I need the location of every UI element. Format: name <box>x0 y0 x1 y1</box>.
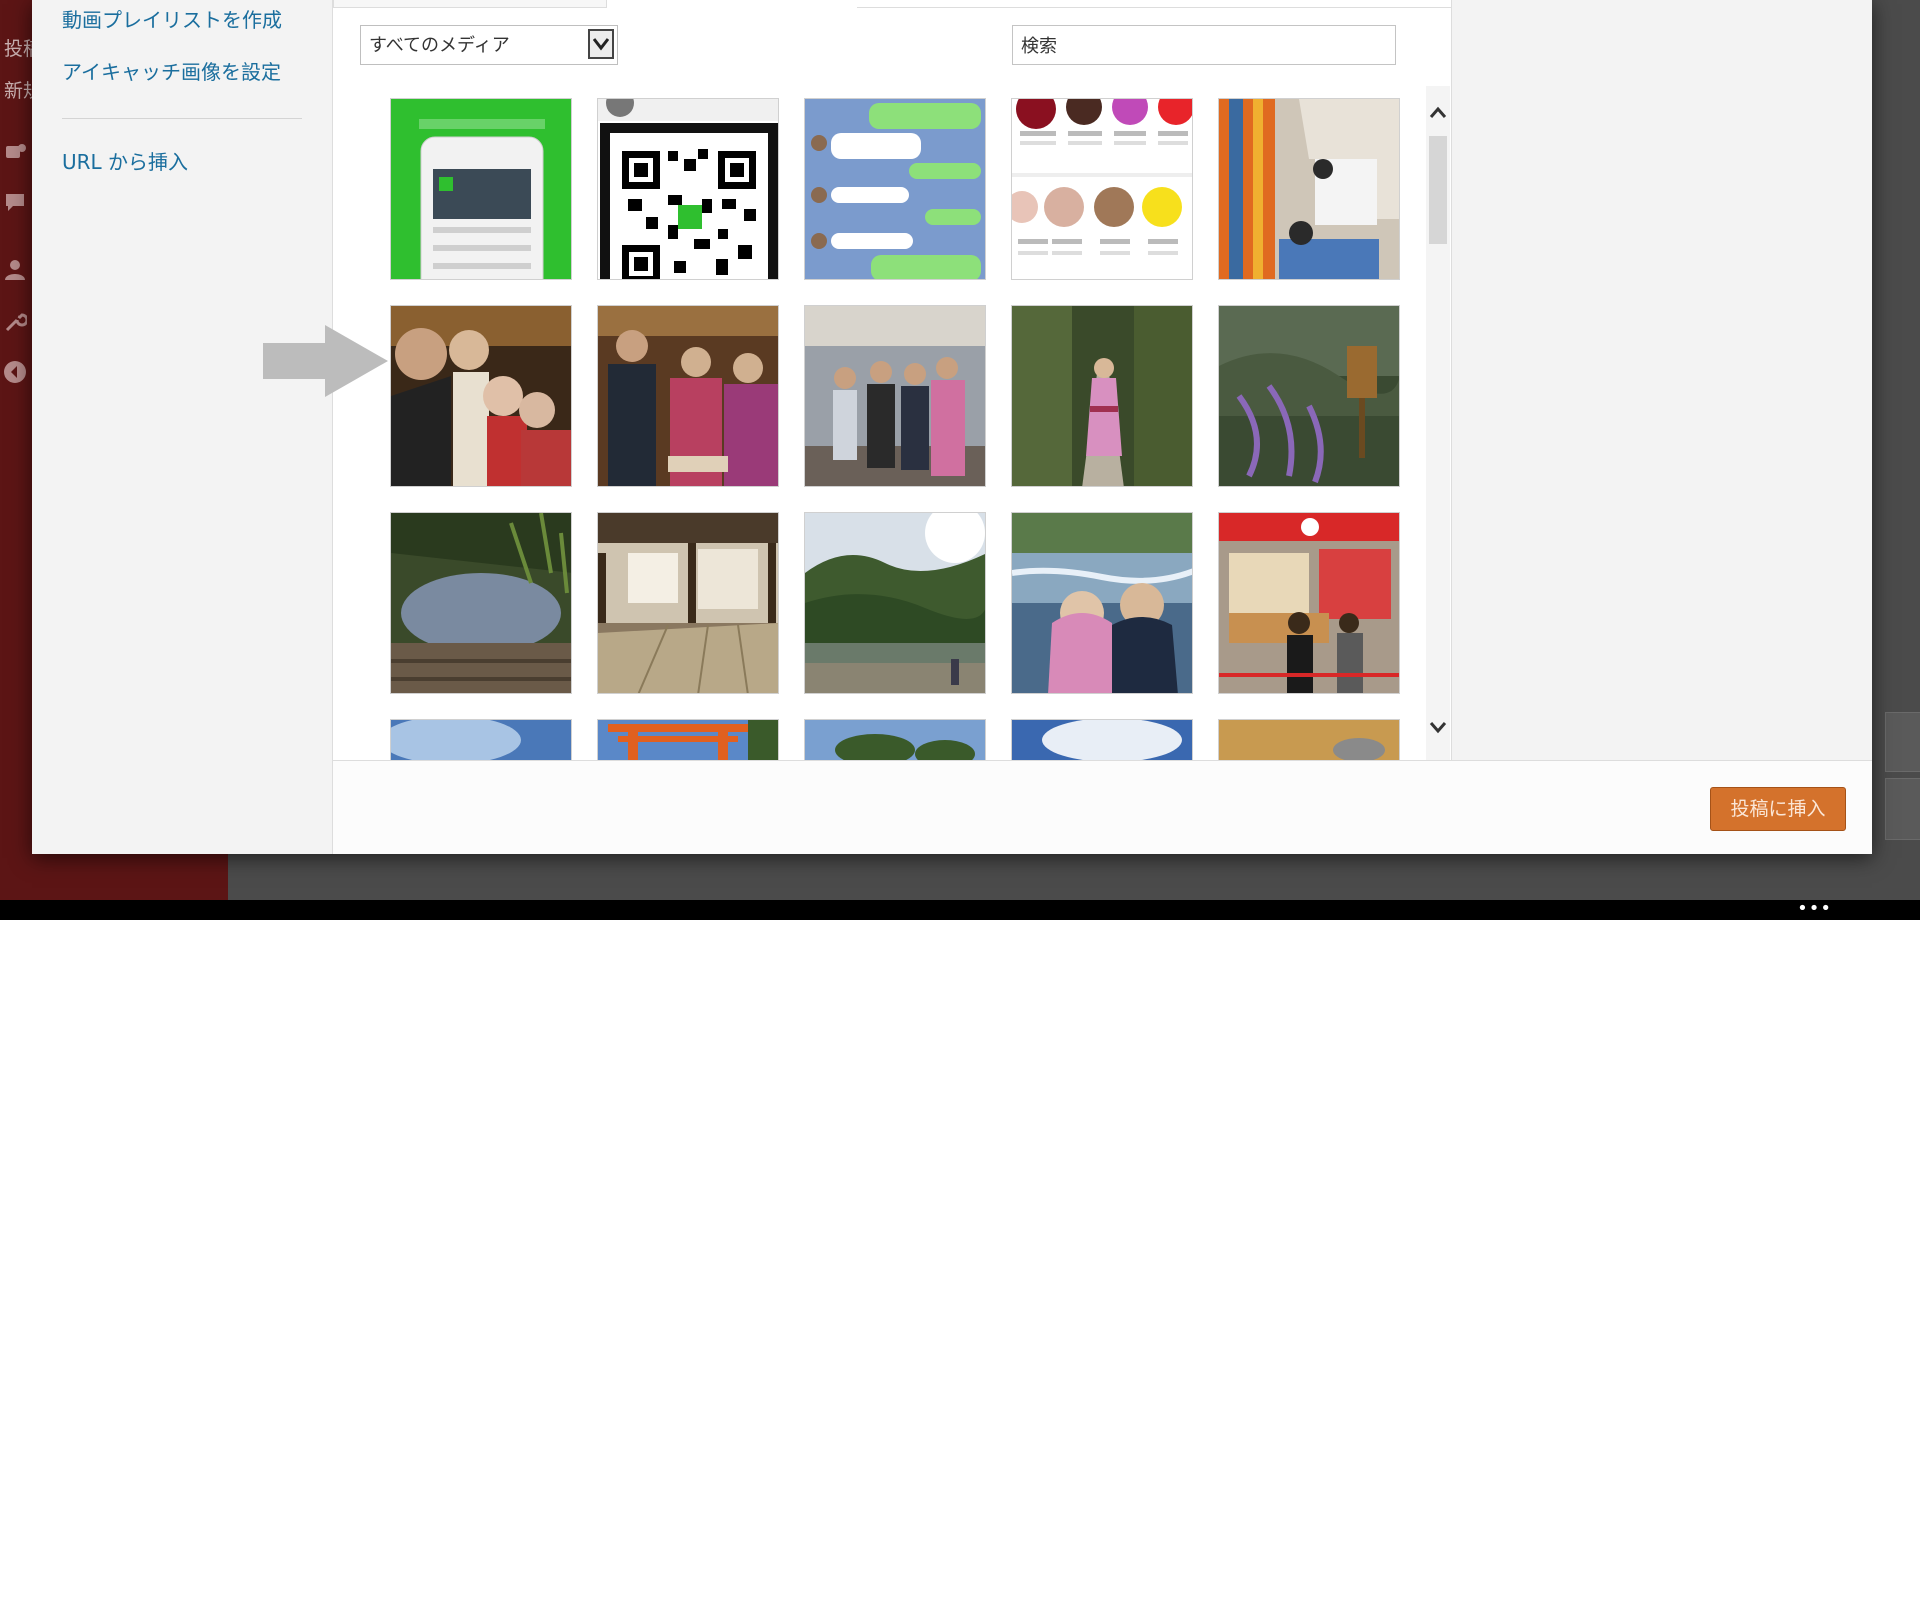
attachment-thumbnail[interactable] <box>597 512 779 694</box>
attachment-thumbnail[interactable] <box>804 719 986 760</box>
attachment-thumbnail[interactable] <box>597 98 779 280</box>
more-options-icon[interactable]: ••• <box>1797 900 1832 918</box>
comments-icon[interactable] <box>3 190 27 214</box>
chevron-up-icon[interactable] <box>1426 102 1450 124</box>
users-icon[interactable] <box>3 258 27 282</box>
attachment-thumbnail[interactable] <box>390 98 572 280</box>
media-modal-menu: 動画プレイリストを作成 アイキャッチ画像を設定 URL から挿入 <box>32 0 333 854</box>
attachment-thumbnail[interactable] <box>1218 305 1400 487</box>
media-modal: 動画プレイリストを作成 アイキャッチ画像を設定 URL から挿入 すべてのメディ… <box>32 0 1872 854</box>
scrollbar-thumb[interactable] <box>1429 136 1447 244</box>
attachment-thumbnail[interactable] <box>1011 719 1193 760</box>
attachment-thumbnail[interactable] <box>1011 512 1193 694</box>
media-type-filter-value: すべてのメディア <box>369 35 510 56</box>
screen: 投稿 新規 動画プレイリストを作成 アイキャッチ画像を設定 URL から挿入 す… <box>0 0 1920 920</box>
media-type-filter-select[interactable]: すべてのメディア <box>360 25 618 65</box>
attachment-details-sidebar <box>1451 0 1872 760</box>
bottom-status-bar: ••• <box>0 900 1920 920</box>
attachment-thumbnail[interactable] <box>804 98 986 280</box>
attachment-thumbnail[interactable] <box>390 512 572 694</box>
attachment-thumbnail[interactable] <box>804 305 986 487</box>
attachment-thumbnail[interactable] <box>390 305 572 487</box>
attachments-grid <box>333 86 1419 760</box>
collapse-menu-icon[interactable] <box>3 360 27 384</box>
attachment-thumbnail[interactable] <box>1011 98 1193 280</box>
attachment-thumbnail[interactable] <box>1218 512 1400 694</box>
router-tab[interactable] <box>333 0 607 8</box>
background-panel <box>1885 712 1920 772</box>
background-panel <box>1885 778 1920 840</box>
attachment-thumbnail[interactable] <box>1011 305 1193 487</box>
attachment-thumbnail[interactable] <box>390 719 572 760</box>
chevron-down-icon[interactable] <box>1426 716 1450 738</box>
attachment-thumbnail[interactable] <box>597 305 779 487</box>
media-frame-toolbar: 投稿に挿入 <box>333 760 1872 854</box>
tools-icon[interactable] <box>3 310 29 334</box>
insert-from-url-link[interactable]: URL から挿入 <box>62 150 188 174</box>
media-search-input[interactable] <box>1012 25 1396 65</box>
attachments-scrollbar[interactable] <box>1426 86 1450 760</box>
attachment-thumbnail[interactable] <box>1218 98 1400 280</box>
set-featured-image-link[interactable]: アイキャッチ画像を設定 <box>62 60 281 84</box>
attachment-thumbnail[interactable] <box>804 512 986 694</box>
create-video-playlist-link[interactable]: 動画プレイリストを作成 <box>62 8 282 32</box>
media-icon[interactable] <box>3 140 27 164</box>
attachment-thumbnail[interactable] <box>1218 719 1400 760</box>
attachment-thumbnail[interactable] <box>597 719 779 760</box>
chevron-down-icon[interactable] <box>588 29 614 59</box>
media-frame-content: すべてのメディア <box>333 0 1872 760</box>
arrow-right-icon <box>263 325 388 397</box>
menu-separator <box>62 118 302 119</box>
insert-into-post-button[interactable]: 投稿に挿入 <box>1710 787 1846 831</box>
